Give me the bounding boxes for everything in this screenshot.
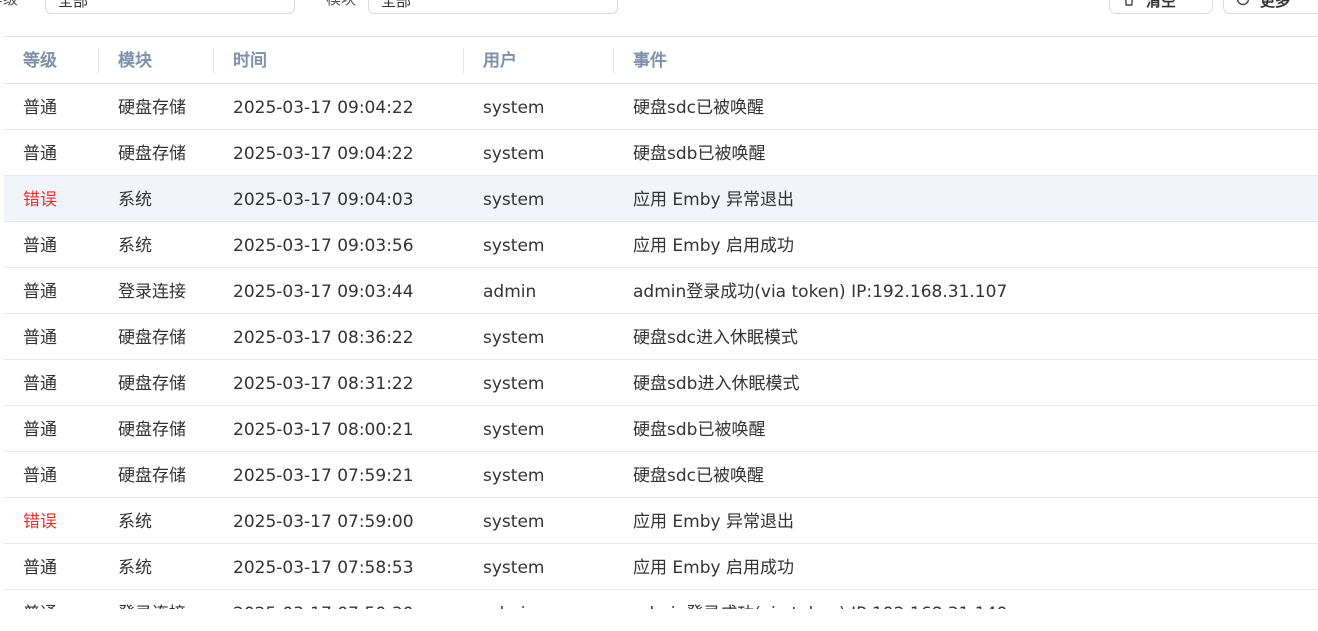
- header-divider: [613, 48, 614, 74]
- table-row[interactable]: 普通 硬盘存储 2025-03-17 09:04:22 system 硬盘sdc…: [4, 84, 1318, 130]
- level-filter-select[interactable]: 全部: [45, 0, 295, 14]
- clear-button[interactable]: 清空: [1109, 0, 1213, 14]
- table-row[interactable]: 普通 系统 2025-03-17 09:03:56 system 应用 Emby…: [4, 222, 1318, 268]
- row-level: 普通: [23, 374, 57, 394]
- row-time: 2025-03-17 08:36:22: [233, 328, 414, 348]
- more-icon: [1236, 0, 1250, 13]
- row-event: 应用 Emby 启用成功: [633, 236, 794, 256]
- row-time: 2025-03-17 07:59:21: [233, 466, 414, 486]
- trash-icon: [1122, 0, 1136, 13]
- row-level: 普通: [23, 98, 57, 118]
- row-event: admin登录成功(via token) IP:192.168.31.107: [633, 282, 1008, 302]
- row-event: 硬盘sdb已被唤醒: [633, 144, 766, 164]
- row-event: 硬盘sdc进入休眠模式: [633, 328, 798, 348]
- row-time: 2025-03-17 09:04:22: [233, 98, 414, 118]
- row-time: 2025-03-17 09:04:03: [233, 190, 414, 210]
- header-module[interactable]: 模块: [118, 37, 152, 83]
- module-filter-value: 全部: [381, 0, 412, 10]
- row-event: 硬盘sdc已被唤醒: [633, 466, 764, 486]
- header-divider: [463, 48, 464, 74]
- row-user: system: [483, 420, 545, 440]
- row-time: 2025-03-17 08:31:22: [233, 374, 414, 394]
- log-table: 等级 模块 时间 用户 事件 普通 硬盘存储 2025-03-17 09:04:…: [4, 36, 1318, 631]
- row-level: 错误: [23, 512, 57, 532]
- row-user: system: [483, 374, 545, 394]
- row-module: 硬盘存储: [118, 328, 186, 348]
- table-row[interactable]: 普通 硬盘存储 2025-03-17 08:36:22 system 硬盘sdc…: [4, 314, 1318, 360]
- row-module: 系统: [118, 190, 152, 210]
- row-event: 应用 Emby 异常退出: [633, 190, 794, 210]
- row-module: 硬盘存储: [118, 466, 186, 486]
- row-time: 2025-03-17 09:04:22: [233, 144, 414, 164]
- row-level: 普通: [23, 144, 57, 164]
- row-module: 硬盘存储: [118, 144, 186, 164]
- row-time: 2025-03-17 07:58:53: [233, 558, 414, 578]
- more-button[interactable]: 更多: [1223, 0, 1318, 14]
- row-level: 普通: [23, 466, 57, 486]
- row-event: 硬盘sdc已被唤醒: [633, 98, 764, 118]
- row-module: 登录连接: [118, 282, 186, 302]
- row-level: 普通: [23, 558, 57, 578]
- row-module: 硬盘存储: [118, 98, 186, 118]
- row-module: 系统: [118, 236, 152, 256]
- row-module: 硬盘存储: [118, 420, 186, 440]
- row-module: 硬盘存储: [118, 374, 186, 394]
- table-header: 等级 模块 时间 用户 事件: [4, 37, 1318, 84]
- more-button-label: 更多: [1260, 0, 1291, 10]
- row-event: 硬盘sdb进入休眠模式: [633, 374, 800, 394]
- table-row[interactable]: 普通 硬盘存储 2025-03-17 07:59:21 system 硬盘sdc…: [4, 452, 1318, 498]
- row-level: 错误: [23, 190, 57, 210]
- row-module: 系统: [118, 558, 152, 578]
- table-row[interactable]: 普通 硬盘存储 2025-03-17 08:00:21 system 硬盘sdb…: [4, 406, 1318, 452]
- row-user: system: [483, 328, 545, 348]
- row-level: 普通: [23, 328, 57, 348]
- row-event: 硬盘sdb已被唤醒: [633, 420, 766, 440]
- table-row[interactable]: 错误 系统 2025-03-17 09:04:03 system 应用 Emby…: [4, 176, 1318, 222]
- row-level: 普通: [23, 420, 57, 440]
- header-event[interactable]: 事件: [633, 37, 667, 83]
- row-user: system: [483, 98, 545, 118]
- row-user: system: [483, 558, 545, 578]
- clear-button-label: 清空: [1146, 0, 1177, 10]
- table-row[interactable]: 普通 系统 2025-03-17 07:58:53 system 应用 Emby…: [4, 544, 1318, 590]
- log-page: 等级 全部 模块 全部 清空 更多 等级 模块 时间 用户: [0, 0, 1318, 631]
- header-divider: [213, 48, 214, 74]
- row-user: system: [483, 236, 545, 256]
- table-row[interactable]: 普通 硬盘存储 2025-03-17 09:04:22 system 硬盘sdb…: [4, 130, 1318, 176]
- header-time[interactable]: 时间: [233, 37, 267, 83]
- row-level: 普通: [23, 236, 57, 256]
- filter-bar: 等级 全部 模块 全部 清空 更多: [0, 0, 1318, 37]
- level-filter-value: 全部: [58, 0, 89, 10]
- header-user[interactable]: 用户: [483, 37, 517, 83]
- row-module: 系统: [118, 512, 152, 532]
- module-filter-select[interactable]: 全部: [368, 0, 618, 14]
- row-user: admin: [483, 282, 537, 302]
- table-row[interactable]: 普通 登录连接 2025-03-17 09:03:44 admin admin登…: [4, 268, 1318, 314]
- row-time: 2025-03-17 07:59:00: [233, 512, 414, 532]
- viewport-clip: [0, 609, 1318, 631]
- row-level: 普通: [23, 282, 57, 302]
- row-time: 2025-03-17 09:03:44: [233, 282, 414, 302]
- row-time: 2025-03-17 09:03:56: [233, 236, 414, 256]
- module-filter-label: 模块: [326, 0, 356, 9]
- row-event: 应用 Emby 异常退出: [633, 512, 794, 532]
- row-user: system: [483, 144, 545, 164]
- table-row[interactable]: 普通 硬盘存储 2025-03-17 08:31:22 system 硬盘sdb…: [4, 360, 1318, 406]
- header-divider: [98, 48, 99, 74]
- row-user: system: [483, 190, 545, 210]
- level-filter-label: 等级: [0, 0, 18, 9]
- row-user: system: [483, 466, 545, 486]
- row-event: 应用 Emby 启用成功: [633, 558, 794, 578]
- row-time: 2025-03-17 08:00:21: [233, 420, 414, 440]
- row-user: system: [483, 512, 545, 532]
- table-row[interactable]: 错误 系统 2025-03-17 07:59:00 system 应用 Emby…: [4, 498, 1318, 544]
- header-level[interactable]: 等级: [23, 37, 57, 83]
